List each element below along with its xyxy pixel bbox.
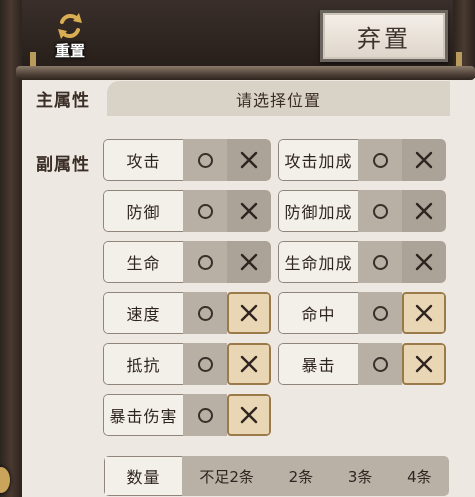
circle-icon	[372, 152, 388, 168]
circle-icon	[197, 356, 213, 372]
quantity-option-3[interactable]: 3条	[344, 466, 377, 487]
sub-attr-defense: 防御	[103, 190, 271, 232]
include-option[interactable]	[183, 292, 227, 334]
sub-attr-crit-damage: 暴击伤害	[103, 394, 271, 436]
cross-icon	[240, 202, 258, 220]
circle-icon	[372, 356, 388, 372]
cross-icon	[415, 202, 433, 220]
exclude-option[interactable]	[402, 139, 446, 181]
cross-icon	[240, 253, 258, 271]
circle-icon	[197, 254, 213, 270]
sub-attr-attack-bonus: 攻击加成	[278, 139, 446, 181]
sub-attr-hp: 生命	[103, 241, 271, 283]
circle-icon	[197, 407, 213, 423]
include-option[interactable]	[358, 343, 402, 385]
sub-attr-attack: 攻击	[103, 139, 271, 181]
sub-attr-hp-bonus: 生命加成	[278, 241, 446, 283]
exclude-option-selected[interactable]	[227, 394, 271, 436]
sub-attr-name: 防御	[103, 190, 183, 232]
include-option[interactable]	[358, 139, 402, 181]
exclude-option[interactable]	[227, 241, 271, 283]
cross-icon	[415, 355, 433, 373]
sub-attr-name: 生命	[103, 241, 183, 283]
sub-attr-name: 攻击	[103, 139, 183, 181]
quantity-option-less-than-2[interactable]: 不足2条	[195, 466, 258, 487]
include-option[interactable]	[183, 241, 227, 283]
include-option[interactable]	[358, 241, 402, 283]
sub-attr-name: 速度	[103, 292, 183, 334]
circle-icon	[197, 203, 213, 219]
circle-icon	[197, 305, 213, 321]
include-option[interactable]	[183, 190, 227, 232]
quantity-option-4[interactable]: 4条	[403, 466, 436, 487]
main-attribute-select[interactable]: 请选择位置	[107, 81, 450, 116]
quantity-label: 数量	[104, 456, 182, 496]
reset-label: 重置	[54, 42, 85, 60]
sub-attribute-label: 副属性	[36, 155, 90, 175]
circle-icon	[372, 305, 388, 321]
sub-attr-name: 攻击加成	[278, 139, 358, 181]
sub-attr-speed: 速度	[103, 292, 271, 334]
main-attribute-label: 主属性	[36, 91, 90, 111]
cross-icon	[415, 151, 433, 169]
exclude-option-selected[interactable]	[402, 343, 446, 385]
exclude-option[interactable]	[227, 139, 271, 181]
discard-button[interactable]: 弃置	[320, 10, 448, 62]
sub-attr-name: 生命加成	[278, 241, 358, 283]
include-option[interactable]	[183, 343, 227, 385]
quantity-options: 不足2条 2条 3条 4条	[182, 456, 449, 496]
reset-button[interactable]: 重置	[44, 10, 96, 66]
sub-attr-name: 命中	[278, 292, 358, 334]
sub-attr-name: 抵抗	[103, 343, 183, 385]
exclude-option-selected[interactable]	[227, 343, 271, 385]
cross-icon	[240, 151, 258, 169]
include-option[interactable]	[358, 190, 402, 232]
sub-attr-name: 暴击	[278, 343, 358, 385]
sub-attr-crit: 暴击	[278, 343, 446, 385]
sub-attr-resist: 抵抗	[103, 343, 271, 385]
exclude-option-selected[interactable]	[227, 292, 271, 334]
cross-icon	[240, 304, 258, 322]
sub-attr-accuracy: 命中	[278, 292, 446, 334]
quantity-option-2[interactable]: 2条	[285, 466, 318, 487]
circle-icon	[197, 152, 213, 168]
main-attribute-select-text: 请选择位置	[235, 90, 321, 110]
refresh-arrows-icon	[58, 13, 82, 39]
exclude-option[interactable]	[402, 241, 446, 283]
sub-attr-name: 暴击伤害	[103, 394, 183, 436]
include-option[interactable]	[358, 292, 402, 334]
cross-icon	[240, 406, 258, 424]
circle-icon	[372, 203, 388, 219]
include-option[interactable]	[183, 139, 227, 181]
exclude-option[interactable]	[227, 190, 271, 232]
sub-attr-name: 防御加成	[278, 190, 358, 232]
exclude-option-selected[interactable]	[402, 292, 446, 334]
circle-icon	[372, 254, 388, 270]
scroll-rod	[16, 66, 475, 80]
cross-icon	[415, 253, 433, 271]
cross-icon	[415, 304, 433, 322]
include-option[interactable]	[183, 394, 227, 436]
discard-label: 弃置	[357, 24, 411, 53]
exclude-option[interactable]	[402, 190, 446, 232]
cross-icon	[240, 355, 258, 373]
quantity-row: 数量 不足2条 2条 3条 4条	[104, 456, 449, 496]
sub-attr-defense-bonus: 防御加成	[278, 190, 446, 232]
